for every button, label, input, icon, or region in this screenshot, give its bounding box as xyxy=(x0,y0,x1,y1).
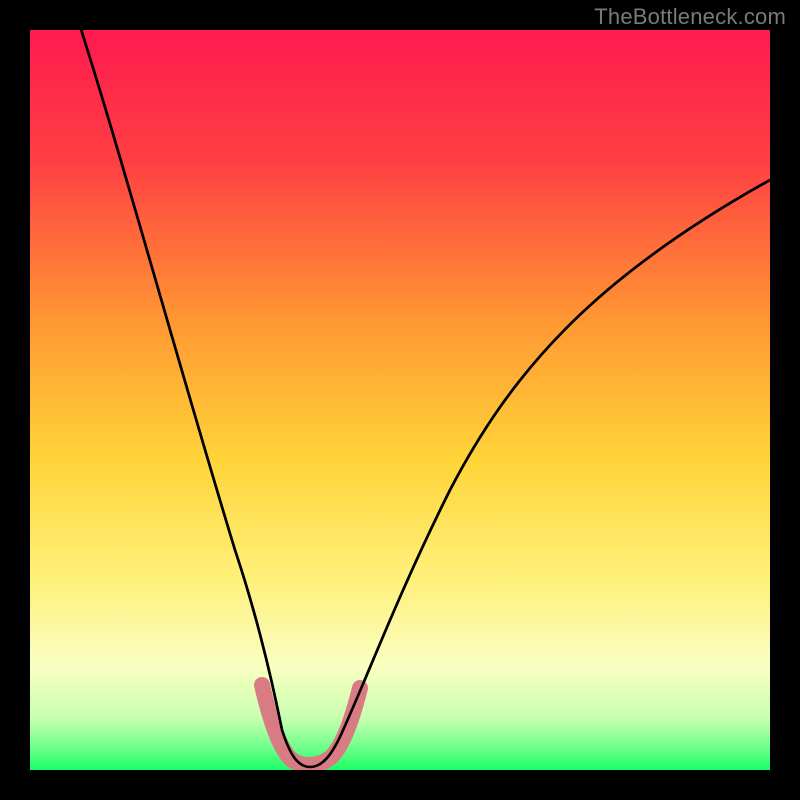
chart-frame: TheBottleneck.com xyxy=(0,0,800,800)
watermark-text: TheBottleneck.com xyxy=(594,4,786,30)
chart-svg xyxy=(30,30,770,770)
gradient-background xyxy=(30,30,770,770)
plot-area xyxy=(30,30,770,770)
